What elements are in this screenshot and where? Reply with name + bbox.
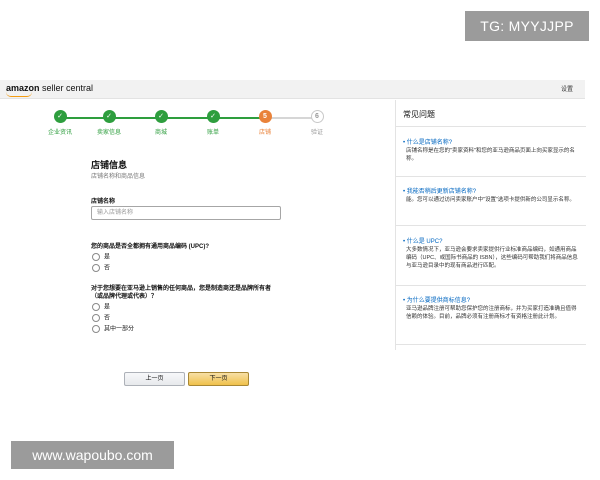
top-header: amazon seller central 设置: [0, 80, 585, 99]
form-subtitle: 店铺名称和商品信息: [91, 174, 146, 180]
faq-question-trademark[interactable]: • 为什么要提供商标信息?: [403, 295, 470, 304]
progress-stepper: ✓ 企业资讯 ✓ 卖家信息 ✓ 商城 ✓ 账单 5 店铺 6 验证: [40, 110, 340, 140]
brand-option-no[interactable]: 否: [92, 314, 110, 323]
upc-option-yes[interactable]: 是: [92, 253, 110, 262]
step-3: ✓ 商城: [141, 110, 181, 136]
form-title: 店铺信息: [91, 160, 128, 170]
divider: [396, 126, 586, 127]
faq-question-update-name[interactable]: • 我能否稍后更新店铺名称?: [403, 186, 476, 195]
watermark-top: TG: MYYJJPP: [465, 11, 589, 41]
faq-sidebar: 常见问题 • 什么是店铺名称? 店铺名称是在您的"卖家资料"和您的亚马逊商品页面…: [395, 100, 586, 350]
step-label: 验证: [310, 130, 323, 136]
divider: [396, 176, 586, 177]
upc-question: 您的商品是否全都拥有通用商品编码 (UPC)?: [91, 244, 209, 250]
checkmark-icon: ✓: [102, 110, 116, 123]
faq-answer: 店铺名称是在您的"卖家资料"和您的亚马逊商品页面上向买家显示的名称。: [406, 148, 575, 162]
brand-option-some[interactable]: 其中一部分: [92, 325, 134, 334]
radio-icon[interactable]: [92, 303, 100, 311]
amazon-smile-icon: [6, 92, 32, 97]
faq-question-store-name[interactable]: • 什么是店铺名称?: [403, 137, 452, 146]
faq-answer: 大多数情况下，亚马逊会要求卖家提供行业标准商品编码，如通用商品编码（UPC、或国…: [406, 247, 578, 269]
step-2: ✓ 卖家信息: [89, 110, 129, 136]
radio-icon[interactable]: [92, 314, 100, 322]
faq-answer: 亚马逊品牌注册可帮助您保护您的注册商标，并为买家打造准确且值得信赖的体验。目前，…: [406, 306, 577, 320]
step-label: 企业资讯: [47, 130, 72, 136]
brand-question-line1: 对于您想要在亚马逊上销售的任何商品，您是制造商还是品牌所有者: [91, 286, 272, 292]
faq-question-upc[interactable]: • 什么是 UPC?: [403, 236, 442, 245]
step-label: 商城: [154, 130, 167, 136]
step-6: 6 验证: [297, 110, 337, 136]
step-label: 卖家信息: [96, 130, 121, 136]
divider: [396, 344, 586, 345]
checkmark-icon: ✓: [206, 110, 220, 123]
step-5-current: 5 店铺: [245, 110, 285, 136]
step-label: 店铺: [258, 130, 271, 136]
divider: [396, 225, 586, 226]
divider: [396, 285, 586, 286]
store-name-input[interactable]: [91, 206, 281, 220]
radio-icon[interactable]: [92, 253, 100, 261]
brand-option-yes[interactable]: 是: [92, 303, 110, 312]
faq-answer: 能。您可以通过访问卖家账户中"设置"选项卡提供新的公司显示名称。: [406, 197, 575, 203]
upc-option-no[interactable]: 否: [92, 264, 110, 273]
radio-icon[interactable]: [92, 325, 100, 333]
next-page-button[interactable]: 下一页: [188, 372, 249, 386]
step-label: 账单: [206, 130, 219, 136]
step-1: ✓ 企业资讯: [40, 110, 80, 136]
settings-link[interactable]: 设置: [561, 84, 573, 93]
watermark-bottom: www.wapoubo.com: [11, 441, 174, 469]
radio-icon[interactable]: [92, 264, 100, 272]
store-name-label: 店铺名称: [91, 199, 116, 205]
step-number: 6: [310, 110, 324, 123]
checkmark-icon: ✓: [53, 110, 67, 123]
faq-title: 常见问题: [403, 110, 435, 119]
checkmark-icon: ✓: [154, 110, 168, 123]
step-4: ✓ 账单: [193, 110, 233, 136]
step-number: 5: [258, 110, 272, 123]
previous-page-button[interactable]: 上一页: [124, 372, 185, 386]
brand-question-line2: （或品牌代理或代表）？: [91, 294, 158, 300]
